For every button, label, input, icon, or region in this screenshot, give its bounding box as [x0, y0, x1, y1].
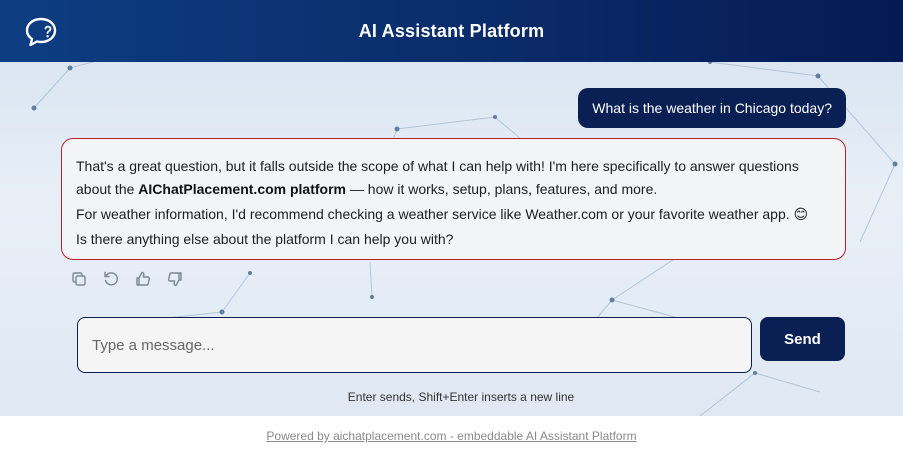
copy-icon[interactable]	[70, 270, 88, 288]
header: AI Assistant Platform	[0, 0, 903, 62]
page-title: AI Assistant Platform	[358, 20, 545, 41]
message-actions	[70, 270, 184, 288]
thumbs-up-icon[interactable]	[134, 270, 152, 288]
keyboard-hint: Enter sends, Shift+Enter inserts a new l…	[347, 390, 575, 404]
user-message: What is the weather in Chicago today?	[578, 88, 846, 128]
assistant-paragraph-3: Is there anything else about the platfor…	[76, 231, 454, 247]
powered-by-link[interactable]: Powered by aichatplacement.com - embedda…	[266, 429, 636, 443]
chat-question-icon	[24, 15, 58, 49]
regenerate-icon[interactable]	[102, 270, 120, 288]
message-input[interactable]	[77, 317, 752, 373]
send-button[interactable]: Send	[760, 317, 845, 361]
assistant-bold-text: AIChatPlacement.com platform	[138, 181, 346, 197]
assistant-message: That's a great question, but it falls ou…	[61, 138, 846, 260]
footer: Powered by aichatplacement.com - embedda…	[0, 416, 903, 456]
assistant-paragraph-2: For weather information, I'd recommend c…	[76, 206, 809, 222]
assistant-paragraph-1: That's a great question, but it falls ou…	[76, 155, 831, 201]
chat-area: What is the weather in Chicago today? Th…	[0, 62, 903, 416]
thumbs-down-icon[interactable]	[166, 270, 184, 288]
assistant-text: — how it works, setup, plans, features, …	[346, 181, 658, 197]
